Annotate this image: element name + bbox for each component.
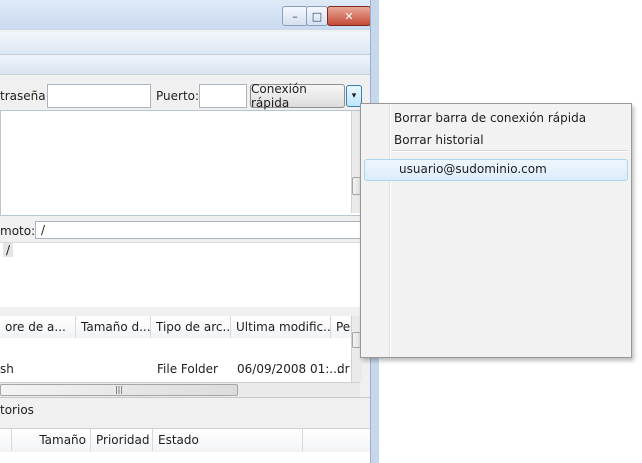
minimize-button[interactable]: – [282, 6, 308, 26]
quickconnect-history-menu: Borrar barra de conexión rápida Borrar h… [360, 103, 632, 358]
queue-list [0, 452, 370, 463]
file-list: sh File Folder 06/09/2008 01:... dr [0, 338, 360, 382]
column-queue-status[interactable]: Estado [153, 429, 303, 451]
column-queue-size[interactable]: Tamaño [12, 429, 91, 451]
file-list-header: ore de a.../ Tamaño d... Tipo de arc... … [0, 316, 360, 339]
message-log [0, 110, 362, 216]
column-filename[interactable]: ore de a.../ [0, 316, 76, 338]
menu-item-clear-history[interactable]: Borrar historial [394, 133, 484, 147]
file-modified: 06/09/2008 01:... [237, 362, 341, 376]
password-field[interactable] [47, 84, 151, 108]
tree-item-root[interactable]: / [3, 243, 14, 257]
toolbar [0, 56, 370, 75]
password-label: traseña: [0, 89, 50, 103]
menu-separator [391, 150, 627, 152]
file-perms: dr [337, 362, 350, 376]
history-entry-label: usuario@sudominio.com [399, 162, 547, 176]
column-type[interactable]: Tipo de arc... [151, 316, 231, 338]
menu-item-clear-quickconnect[interactable]: Borrar barra de conexión rápida [394, 111, 586, 125]
port-label: Puerto: [156, 89, 200, 103]
queue-header: Tamaño Prioridad Estado [0, 428, 370, 454]
port-field[interactable] [199, 84, 247, 108]
menu-bar [0, 32, 370, 55]
close-icon: ✕ [344, 9, 354, 23]
close-button[interactable]: ✕ [327, 6, 371, 26]
maximize-button[interactable]: □ [306, 6, 328, 26]
column-queue-file[interactable] [0, 429, 12, 451]
chevron-down-icon: ▾ [351, 91, 357, 101]
minimize-icon: – [292, 9, 298, 23]
column-modified[interactable]: Ultima modific... [231, 316, 331, 338]
queue-tabs [0, 397, 370, 424]
maximize-icon: □ [311, 9, 323, 23]
file-type: File Folder [157, 362, 218, 376]
remote-path-combo[interactable]: / [35, 221, 368, 239]
quickconnect-button[interactable]: Conexión rápida [250, 82, 345, 110]
remote-path-value: / [41, 223, 46, 237]
menu-icon-gutter [389, 104, 391, 357]
column-queue-priority[interactable]: Prioridad [91, 429, 153, 451]
hscroll-thumb[interactable]: ||| [0, 384, 238, 396]
column-size[interactable]: Tamaño d... [76, 316, 151, 338]
tab-failed-transfers[interactable]: torios [0, 403, 34, 417]
file-list-hscrollbar[interactable]: ||| [0, 382, 360, 397]
remote-tree [0, 242, 360, 307]
remote-site-label: moto: [0, 224, 36, 238]
file-name[interactable]: sh [0, 362, 70, 376]
